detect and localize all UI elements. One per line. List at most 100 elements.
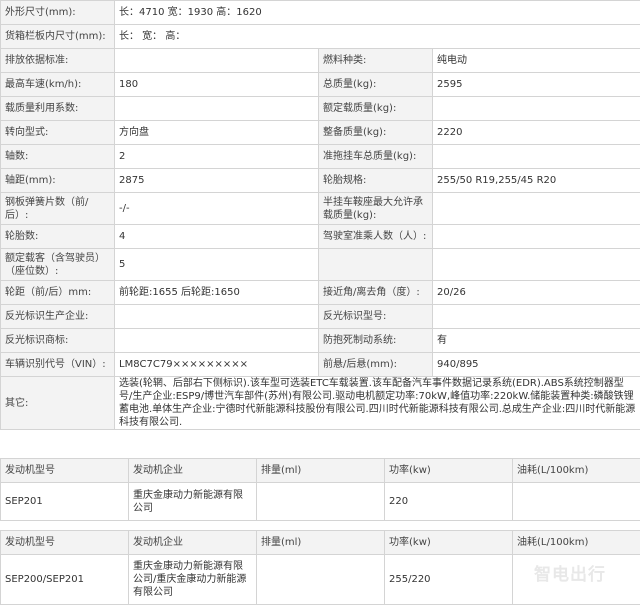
watermark-logo: 智电出行: [534, 565, 606, 585]
spec-label: 轮胎数:: [0, 224, 115, 249]
spec-value: [431, 96, 640, 121]
spec-row: 车辆识别代号（VIN）: LM8C7C79××××××××× 前悬/后悬(mm): 9…: [0, 352, 640, 377]
engine-header-cell: 排量(ml): [256, 530, 385, 555]
spec-label: 额定载客（含驾驶员）（座位数）:: [0, 248, 115, 281]
spec-label: 货箱栏板内尺寸(mm):: [0, 24, 115, 49]
spec-value: 2595: [431, 72, 640, 97]
spec-row: 轮胎数: 4 驾驶室准乘人数（人）:: [0, 224, 640, 249]
spec-row: 轴数: 2 准拖挂车总质量(kg):: [0, 144, 640, 169]
engine-header-cell: 功率(kw): [384, 458, 513, 483]
engine-header-cell: 排量(ml): [256, 458, 385, 483]
spec-row: 外形尺寸(mm): 长：4710 宽：1930 高：1620: [0, 0, 640, 25]
spec-label: 驾驶室准乘人数（人）:: [318, 224, 433, 249]
spec-value: 5: [114, 248, 319, 281]
spec-value: 4: [114, 224, 319, 249]
spec-label: 总质量(kg):: [318, 72, 433, 97]
engine-cell: SEP201: [0, 482, 129, 521]
spec-value: 20/26: [431, 280, 640, 305]
spec-value: 2875: [114, 168, 319, 193]
spec-row: 排放依据标准: 燃料种类: 纯电动: [0, 48, 640, 73]
spec-row: 货箱栏板内尺寸(mm): 长： 宽： 高：: [0, 24, 640, 49]
spec-row: 其它: 选装(轮辋、后部右下侧标识).该车型可选装ETC车载装置.该车配备汽车事件…: [0, 376, 640, 430]
engine-header-cell: 发动机型号: [0, 530, 129, 555]
spec-label: 排放依据标准:: [0, 48, 115, 73]
spec-value: [431, 248, 640, 281]
spec-label: 轮胎规格:: [318, 168, 433, 193]
engine-header-cell: 油耗(L/100km): [512, 458, 640, 483]
spec-value: [431, 304, 640, 329]
engine-header-cell: 油耗(L/100km): [512, 530, 640, 555]
spec-label: 反光标识型号:: [318, 304, 433, 329]
engine-cell: [256, 482, 385, 521]
spec-label: 接近角/离去角（度）:: [318, 280, 433, 305]
spec-label: 轮距（前/后）mm:: [0, 280, 115, 305]
engine-cell: SEP200/SEP201: [0, 554, 129, 605]
spec-value: 长： 宽： 高：: [113, 24, 640, 49]
spec-row: 轴距(mm): 2875 轮胎规格: 255/50 R19,255/45 R20: [0, 168, 640, 193]
engine-header-row: 发动机型号 发动机企业 排量(ml) 功率(kw) 油耗(L/100km): [0, 530, 640, 555]
vehicle-spec-table: 外形尺寸(mm): 长：4710 宽：1930 高：1620 货箱栏板内尺寸(mm)…: [0, 0, 640, 430]
spec-value: [431, 224, 640, 249]
engine-cell: 重庆金康动力新能源有限公司: [128, 482, 257, 521]
spec-label: 反光标识商标:: [0, 328, 115, 353]
engine-header-cell: 发动机型号: [0, 458, 129, 483]
spec-value: [431, 192, 640, 225]
spec-value: [114, 328, 319, 353]
spec-value: -/-: [114, 192, 319, 225]
spec-value: 180: [114, 72, 319, 97]
spec-label: 反光标识生产企业:: [0, 304, 115, 329]
spec-label: 防抱死制动系统:: [318, 328, 433, 353]
spec-label: 燃料种类:: [318, 48, 433, 73]
spec-label: 轴数:: [0, 144, 115, 169]
spec-value: 255/50 R19,255/45 R20: [431, 168, 640, 193]
engine-cell: [512, 482, 640, 521]
spec-label: 载质量利用系数:: [0, 96, 115, 121]
spec-row: 反光标识商标: 防抱死制动系统: 有: [0, 328, 640, 353]
spec-value: LM8C7C79×××××××××: [114, 352, 319, 377]
engine-table-1: 发动机型号 发动机企业 排量(ml) 功率(kw) 油耗(L/100km) SEP201 重…: [0, 458, 640, 521]
engine-cell: 255/220: [384, 554, 513, 605]
spec-row: 最高车速(km/h): 180 总质量(kg): 2595: [0, 72, 640, 97]
spec-label: 钢板弹簧片数（前/后）:: [0, 192, 115, 225]
spec-row: 载质量利用系数: 额定载质量(kg):: [0, 96, 640, 121]
spec-label: 额定载质量(kg):: [318, 96, 433, 121]
spec-label: 其它:: [0, 376, 115, 430]
spec-value: 方向盘: [114, 120, 319, 145]
spec-value: [114, 96, 319, 121]
spec-label: 准拖挂车总质量(kg):: [318, 144, 433, 169]
engine-header-row: 发动机型号 发动机企业 排量(ml) 功率(kw) 油耗(L/100km): [0, 458, 640, 483]
spec-value: [114, 304, 319, 329]
spec-label: 半挂车鞍座最大允许承载质量(kg):: [318, 192, 433, 225]
spec-value: 纯电动: [431, 48, 640, 73]
engine-cell: 220: [384, 482, 513, 521]
spec-row: 钢板弹簧片数（前/后）: -/- 半挂车鞍座最大允许承载质量(kg):: [0, 192, 640, 225]
spec-value: [114, 48, 319, 73]
spec-row: 轮距（前/后）mm: 前轮距:1655 后轮距:1650 接近角/离去角（度）: 20…: [0, 280, 640, 305]
spec-row: 转向型式: 方向盘 整备质量(kg): 2220: [0, 120, 640, 145]
spec-label: 最高车速(km/h):: [0, 72, 115, 97]
spec-value: 选装(轮辋、后部右下侧标识).该车型可选装ETC车载装置.该车配备汽车事件数据记…: [113, 376, 640, 430]
spec-row: 额定载客（含驾驶员）（座位数）: 5: [0, 248, 640, 281]
spec-label: 车辆识别代号（VIN）:: [0, 352, 115, 377]
engine-data-row: SEP201 重庆金康动力新能源有限公司 220: [0, 482, 640, 521]
engine-cell: 重庆金康动力新能源有限公司/重庆金康动力新能源有限公司: [128, 554, 257, 605]
engine-header-cell: 发动机企业: [128, 530, 257, 555]
engine-header-cell: 功率(kw): [384, 530, 513, 555]
spec-label: 轴距(mm):: [0, 168, 115, 193]
engine-cell: [256, 554, 385, 605]
spec-value: [431, 144, 640, 169]
spec-value: 前轮距:1655 后轮距:1650: [114, 280, 319, 305]
spec-value: 长：4710 宽：1930 高：1620: [113, 0, 640, 25]
spec-label: [318, 248, 433, 281]
vehicle-spec-page: 外形尺寸(mm): 长：4710 宽：1930 高：1620 货箱栏板内尺寸(mm)…: [0, 0, 640, 605]
spec-label: 外形尺寸(mm):: [0, 0, 115, 25]
spec-row: 反光标识生产企业: 反光标识型号:: [0, 304, 640, 329]
spec-value: 有: [431, 328, 640, 353]
spec-value: 2: [114, 144, 319, 169]
spec-label: 转向型式:: [0, 120, 115, 145]
spec-value: 2220: [431, 120, 640, 145]
spec-label: 整备质量(kg):: [318, 120, 433, 145]
spec-value: 940/895: [431, 352, 640, 377]
engine-header-cell: 发动机企业: [128, 458, 257, 483]
spec-label: 前悬/后悬(mm):: [318, 352, 433, 377]
